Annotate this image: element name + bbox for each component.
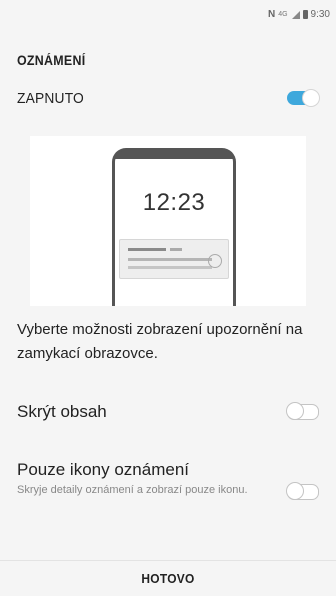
notif-line — [128, 266, 212, 269]
icons-only-toggle[interactable] — [286, 482, 319, 500]
icons-only-label: Pouze ikony oznámení — [17, 460, 189, 479]
done-button[interactable]: HOTOVO — [13, 571, 322, 586]
status-icons: N 4G 9:30 — [268, 9, 330, 20]
icons-only-row[interactable]: Pouze ikony oznámení Skryje detaily ozná… — [0, 454, 336, 524]
notif-line — [128, 248, 166, 251]
master-toggle[interactable] — [287, 89, 320, 107]
hide-content-label: Skrýt obsah — [17, 402, 107, 421]
master-switch-row[interactable]: ZAPNUTO — [0, 80, 336, 116]
phone-illustration: 12:23 — [112, 148, 236, 306]
phone-top-bezel — [115, 151, 233, 159]
status-time: 9:30 — [310, 9, 330, 20]
master-switch-label: ZAPNUTO — [17, 90, 84, 107]
hide-content-row[interactable]: Skrýt obsah — [0, 390, 336, 430]
preview-notification-card — [119, 239, 229, 279]
bottom-bar: HOTOVO — [0, 560, 336, 596]
lockscreen-preview: 12:23 — [30, 136, 306, 306]
toggle-knob — [286, 402, 304, 420]
notif-circle-icon — [208, 254, 222, 268]
status-bar: N 4G 9:30 — [0, 0, 336, 30]
icons-only-subtitle: Skryje detaily oznámení a zobrazí pouze … — [17, 484, 248, 496]
hide-content-toggle[interactable] — [286, 402, 319, 420]
notif-line — [128, 258, 212, 261]
toggle-knob — [302, 89, 320, 107]
toggle-knob — [286, 482, 304, 500]
signal-icon — [291, 10, 300, 19]
network-type-icon: 4G — [278, 11, 288, 18]
nfc-icon: N — [267, 9, 276, 20]
page-title: OZNÁMENÍ — [17, 53, 86, 68]
battery-icon — [302, 10, 308, 19]
preview-clock: 12:23 — [142, 189, 206, 216]
description-text: Vyberte možnosti zobrazení upozornění na… — [17, 321, 303, 362]
notif-line — [170, 248, 182, 251]
